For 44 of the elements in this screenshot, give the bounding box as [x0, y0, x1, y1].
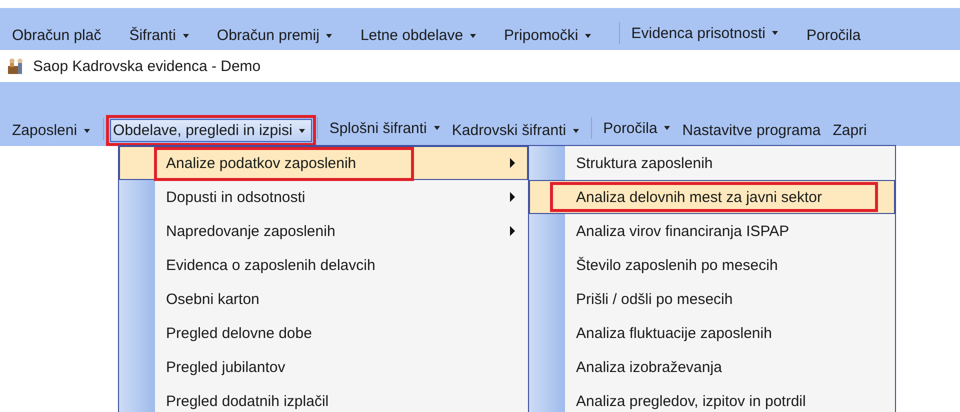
menu-item[interactable]: Pripomočki: [501, 24, 598, 47]
menu-item[interactable]: Nastavitve programa: [679, 119, 828, 142]
menu-item[interactable]: Analiza delovnih mest za javni sektor: [529, 180, 895, 214]
menu-item[interactable]: Analiza fluktuacije zaposlenih: [529, 316, 895, 350]
menu-item[interactable]: Analiza pregledov, izpitov in potrdil: [529, 384, 895, 412]
menu-item[interactable]: Analiza izobraževanja: [529, 350, 895, 384]
dropdown-caret-icon: [664, 126, 670, 130]
people-icon: [7, 57, 25, 75]
menu-item[interactable]: Analize podatkov zaposlenih: [119, 146, 528, 180]
dropdown-caret-icon: [470, 34, 476, 38]
dropdown-caret-icon: [772, 31, 778, 35]
menu-item[interactable]: Letne obdelave: [357, 24, 484, 47]
menu-item[interactable]: Struktura zaposlenih: [529, 146, 895, 180]
menu-item[interactable]: Pregled dodatnih izplačil: [119, 384, 528, 412]
menu-item[interactable]: Pregled jubilantov: [119, 350, 528, 384]
menu-item[interactable]: Obračun plač: [9, 24, 108, 47]
dropdown-caret-icon: [299, 128, 306, 132]
menu-item[interactable]: Napredovanje zaposlenih: [119, 214, 528, 248]
menu-item[interactable]: Zapri: [830, 119, 874, 142]
menu-item[interactable]: Šifranti: [126, 24, 196, 47]
menu-item[interactable]: Zaposleni: [9, 119, 98, 142]
submenu-arrow-icon: [510, 192, 515, 202]
dropdown-caret-icon: [434, 126, 440, 130]
menu-item[interactable]: Poročila: [588, 114, 678, 142]
menu-item[interactable]: Število zaposlenih po mesecih: [529, 248, 895, 282]
menu-item[interactable]: Osebni karton: [119, 282, 528, 316]
dropdown-caret-icon: [326, 34, 332, 38]
menu-item[interactable]: Obračun premij: [214, 24, 340, 47]
window-title: Saop Kadrovska evidenca - Demo: [33, 58, 261, 74]
dropdown-caret-icon: [84, 128, 90, 132]
menu-item[interactable]: Splošni šifranti: [314, 114, 447, 142]
menu-item[interactable]: Analiza virov financiranja ISPAP: [529, 214, 895, 248]
dropdown-caret-icon: [182, 34, 189, 38]
menu-item[interactable]: Pregled delovne dobe: [119, 316, 528, 350]
menu-item[interactable]: Prišli / odšli po mesecih: [529, 282, 895, 316]
menu-item[interactable]: Poročila: [803, 24, 868, 47]
dropdown-caret-icon: [585, 34, 592, 38]
menu-item[interactable]: Dopusti in odsotnosti: [119, 180, 528, 214]
submenu-arrow-icon: [510, 158, 515, 168]
menu-item[interactable]: Evidenca prisotnosti: [616, 19, 786, 47]
menu-item[interactable]: Evidenca o zaposlenih delavcih: [119, 248, 528, 282]
menu-item[interactable]: Kadrovski šifranti: [448, 119, 586, 142]
submenu-arrow-icon: [510, 226, 515, 236]
dropdown-caret-icon: [573, 128, 580, 132]
